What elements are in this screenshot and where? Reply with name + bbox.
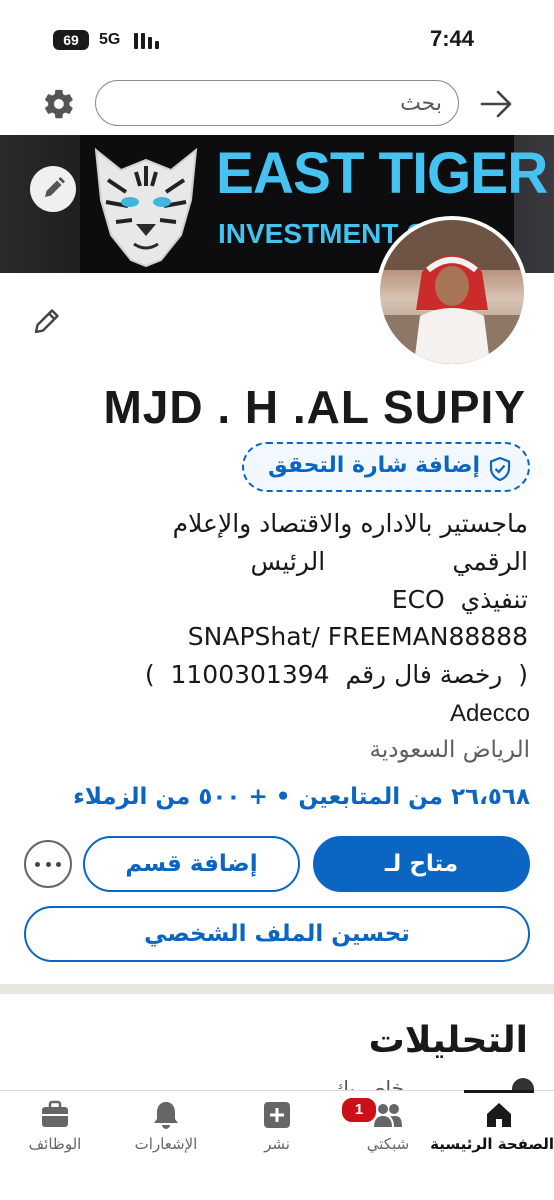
plus-box-icon [264, 1102, 290, 1128]
more-options-button[interactable] [24, 840, 72, 888]
back-arrow-icon[interactable] [478, 86, 514, 122]
improve-profile-button[interactable]: تحسين الملف الشخصي [24, 906, 530, 962]
headline-line-4: SNAPShat/ FREEMAN88888 [187, 622, 528, 651]
nav-post-label: نشر [264, 1135, 290, 1153]
bottom-navigation: الصفحة الرئيسية شبكتي نشر الإشعارات الوظ… [0, 1090, 554, 1200]
open-to-button[interactable]: متاح لـ [313, 836, 530, 892]
profile-name: MJD . H .AL SUPIY [103, 381, 526, 433]
eye-icon [512, 1078, 534, 1090]
tiger-logo-icon [86, 140, 206, 270]
battery-indicator: 69 [53, 30, 89, 50]
edit-profile-pencil-icon[interactable] [30, 304, 64, 338]
nav-notifications-label: الإشعارات [134, 1135, 198, 1153]
search-input[interactable] [110, 81, 444, 125]
bell-icon [154, 1102, 178, 1129]
nav-home[interactable]: الصفحة الرئيسية [430, 1090, 554, 1171]
nav-home-label: الصفحة الرئيسية [430, 1135, 554, 1153]
location: الرياض السعودية [369, 737, 530, 763]
verify-label: إضافة شارة التحقق [268, 453, 480, 478]
shield-check-icon [489, 456, 511, 482]
nav-jobs[interactable]: الوظائف [0, 1091, 110, 1171]
section-divider [0, 984, 554, 994]
edit-banner-button[interactable] [30, 166, 76, 212]
profile-avatar[interactable] [376, 216, 528, 368]
nav-jobs-label: الوظائف [28, 1135, 82, 1153]
notification-badge: 1 [340, 1096, 378, 1124]
nav-notifications[interactable]: الإشعارات [111, 1091, 221, 1171]
headline-line-5: ( رخصة فال رقم 1100301394 ) [144, 660, 528, 689]
analytics-title: التحليلات [368, 1020, 528, 1061]
status-time: 7:44 [429, 26, 474, 51]
signal-icon [134, 31, 164, 49]
headline-line-3: تنفيذي ECO [391, 585, 528, 614]
current-company[interactable]: Adecco [450, 700, 530, 728]
nav-my-network-label: شبكتي [366, 1135, 410, 1153]
home-icon [487, 1103, 511, 1127]
briefcase-icon [42, 1100, 68, 1127]
network-type: 5G [99, 31, 121, 48]
banner-title: EAST TIGER [216, 141, 548, 206]
search-bar[interactable] [95, 80, 459, 126]
nav-post[interactable]: نشر [222, 1091, 332, 1171]
headline-line-2: الرقمي الرئيس [250, 547, 528, 576]
settings-gear-icon[interactable] [42, 87, 76, 121]
followers-connections-link[interactable]: ٢٦،٥٦٨ من المتابعين • + ٥٠٠ من الزملاء [73, 784, 530, 810]
analytics-private-text: خاص بك [332, 1076, 404, 1090]
add-section-button[interactable]: إضافة قسم [83, 836, 300, 892]
add-verification-badge-button[interactable]: إضافة شارة التحقق [242, 442, 530, 492]
headline-line-1: ماجستير بالاداره والاقتصاد والإعلام [172, 509, 528, 538]
